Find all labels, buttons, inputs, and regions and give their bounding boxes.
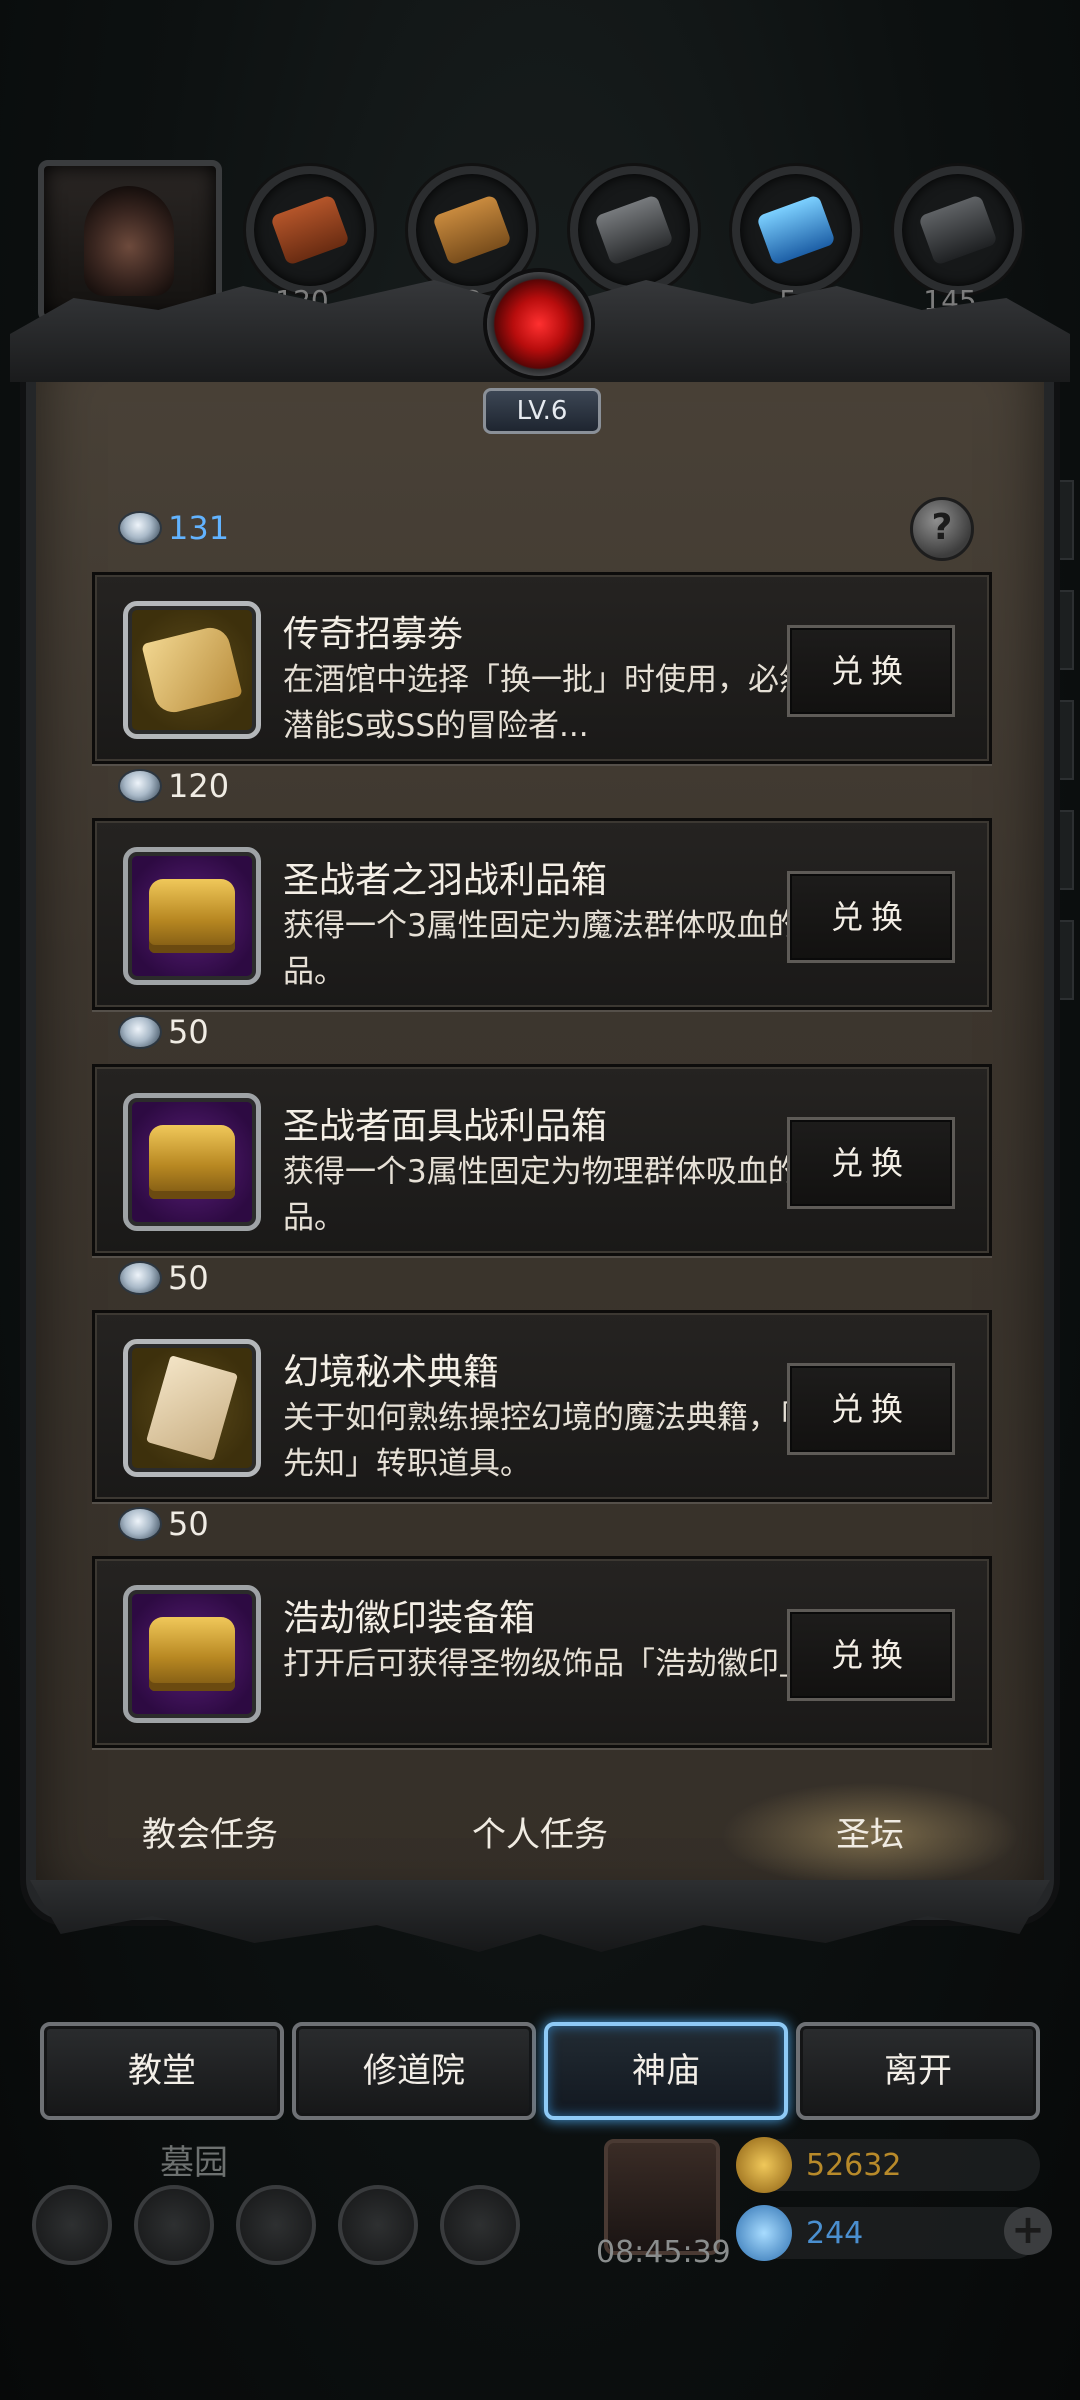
resource-slot-wood[interactable] [408,166,536,294]
shop-item-legend-ticket: 传奇招募劵 在酒馆中选择「换一批」时使用，必然会有潜能S或SS的冒险者... 兑… [92,572,992,764]
resource-slot-stone[interactable] [894,166,1022,294]
nav-monastery-button[interactable]: 修道院 [292,2022,536,2120]
nav-temple-button[interactable]: 神庙 [544,2022,788,2120]
item-icon-frame[interactable] [123,1093,261,1231]
item-title: 幻境秘术典籍 [283,1352,500,1393]
page-icon [145,1355,239,1461]
tab-church-quests[interactable]: 教会任务 [60,1782,360,1888]
shop-item-illusion-tome: 幻境秘术典籍 关于如何熟练操控幻境的魔法典籍，「幻境先知」转职道具。 兑换 [92,1310,992,1502]
cost-value: 50 [168,1505,209,1543]
silver-coin-icon [120,771,160,801]
silver-coin-icon [120,1509,160,1539]
gift-timer: 08:45:39 [596,2235,731,2270]
gold-display: 52632 [736,2137,1040,2193]
nav-church-button[interactable]: 教堂 [40,2022,284,2120]
item-title: 圣战者面具战利品箱 [283,1106,608,1147]
tab-personal-quests[interactable]: 个人任务 [390,1782,690,1888]
iron-icon [594,194,674,266]
bottom-bar: 墓园 08:45:39 52632 244 + [0,2125,1080,2400]
side-tabs [1040,480,1080,1080]
item-title: 圣战者之羽战利品箱 [283,860,608,901]
item-icon-frame[interactable] [123,847,261,985]
settings-icon[interactable] [32,2185,112,2265]
stone-icon [918,194,998,266]
item-icon-frame[interactable] [123,601,261,739]
item-cost: 50 [120,1258,209,1298]
silver-coin-icon [120,513,160,543]
map-location-label: 墓园 [160,2143,228,2183]
gem-display: 244 [736,2205,1040,2261]
resource-slot-crystal[interactable] [732,166,860,294]
cost-value: 131 [168,509,230,547]
red-gem-icon [487,272,591,376]
silver-coin-icon [120,1263,160,1293]
item-icon-frame[interactable] [123,1339,261,1477]
item-title: 浩劫徽印装备箱 [283,1598,536,1639]
player-portrait[interactable] [38,160,222,322]
shop-item-seal-chest: 浩劫徽印装备箱 打开后可获得圣物级饰品「浩劫徽印」。 兑换 [92,1556,992,1748]
redeem-button[interactable]: 兑换 [787,1117,955,1209]
gold-coin-icon [736,2137,792,2193]
redeem-button[interactable]: 兑换 [787,1363,955,1455]
cube-icon[interactable] [440,2185,520,2265]
shop-item-mask-chest: 圣战者面具战利品箱 获得一个3属性固定为物理群体吸血的战利品。 兑换 [92,1064,992,1256]
mail-icon[interactable] [338,2185,418,2265]
chest-icon [149,879,235,953]
gem-amount: 244 [806,2215,864,2251]
silver-coin-icon [120,1017,160,1047]
item-cost: 50 [120,1504,209,1544]
redeem-button[interactable]: 兑换 [787,1609,955,1701]
item-cost: 131 [120,508,229,548]
map-icon[interactable] [236,2185,316,2265]
side-tab[interactable] [1040,700,1074,780]
level-badge: LV.6 [483,388,601,434]
side-tab[interactable] [1040,810,1074,890]
side-tab[interactable] [1040,480,1074,560]
tab-altar[interactable]: 圣坛 [720,1782,1020,1888]
blue-gem-icon [736,2205,792,2261]
scroll-icon [141,623,243,717]
chest-icon [149,1617,235,1691]
panel-tabs: 教会任务 个人任务 圣坛 [60,1782,1020,1888]
resource-slot-iron[interactable] [570,166,698,294]
item-icon-frame[interactable] [123,1585,261,1723]
chest-icon [149,1125,235,1199]
redeem-button[interactable]: 兑换 [787,871,955,963]
add-currency-button[interactable]: + [1004,2207,1052,2255]
cost-value: 50 [168,1013,209,1051]
leather-icon [270,194,350,266]
cost-value: 50 [168,1259,209,1297]
resource-slot-leather[interactable] [246,166,374,294]
nav-leave-button[interactable]: 离开 [796,2022,1040,2120]
side-tab[interactable] [1040,920,1074,1000]
star-icon[interactable] [134,2185,214,2265]
side-tab[interactable] [1040,590,1074,670]
crystal-icon [756,194,836,266]
item-cost: 50 [120,1012,209,1052]
item-cost: 120 [120,766,229,806]
avatar [84,186,174,296]
location-nav: 教堂 修道院 神庙 离开 [40,2022,1040,2120]
wood-icon [432,194,512,266]
shop-item-feather-chest: 圣战者之羽战利品箱 获得一个3属性固定为魔法群体吸血的战利品。 兑换 [92,818,992,1010]
gold-amount: 52632 [806,2147,902,2183]
redeem-button[interactable]: 兑换 [787,625,955,717]
item-title: 传奇招募劵 [283,614,464,655]
cost-value: 120 [168,767,230,805]
help-button[interactable]: ? [910,497,974,561]
